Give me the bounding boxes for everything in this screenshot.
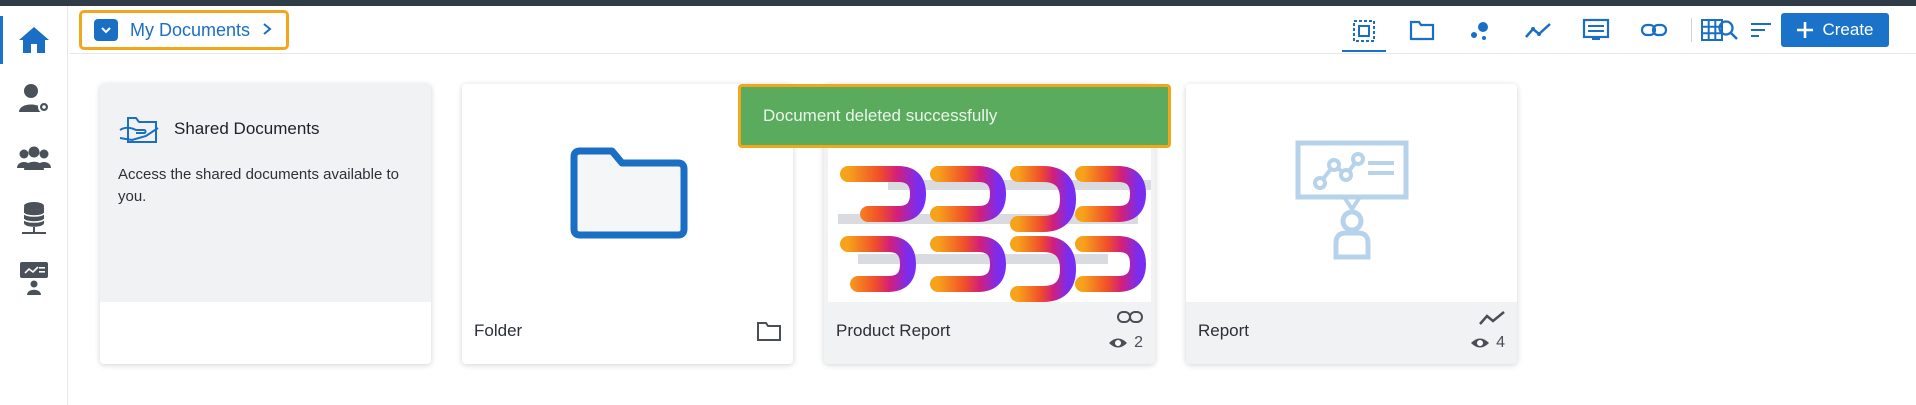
- product-report-title: Product Report: [836, 321, 951, 340]
- bubble-chart-icon: [1471, 22, 1488, 40]
- chevron-down-icon[interactable]: [94, 19, 118, 41]
- card-footer: Product Report 2: [824, 302, 1155, 364]
- eye-icon: [1109, 338, 1128, 348]
- sidebar-item-user-settings[interactable]: [8, 75, 60, 123]
- card-footer: Folder: [462, 302, 793, 364]
- shared-documents-title: Shared Documents: [174, 119, 320, 138]
- shared-header: Shared Documents: [118, 112, 320, 146]
- sort-button[interactable]: [1743, 13, 1779, 47]
- tab-bubble[interactable]: [1458, 13, 1502, 47]
- create-button[interactable]: Create: [1781, 13, 1889, 47]
- presenter-illustration-icon: [1295, 140, 1409, 260]
- sidebar-item-presenter[interactable]: [8, 254, 60, 302]
- shared-documents-card[interactable]: Shared Documents Access the shared docum…: [100, 84, 431, 364]
- views-count: 4: [1470, 334, 1505, 352]
- breadcrumb-label[interactable]: My Documents: [130, 20, 250, 41]
- plus-icon: [1797, 22, 1814, 38]
- search-icon: [1718, 20, 1738, 40]
- group-icon: [17, 146, 51, 170]
- toast-message: Document deleted successfully: [763, 106, 998, 125]
- success-toast[interactable]: Document deleted successfully: [738, 84, 1171, 148]
- top-bar: My Documents Create: [69, 6, 1916, 54]
- select-all-icon: [1353, 20, 1375, 42]
- chevron-right-icon: [262, 20, 272, 41]
- link-type-icon: [1117, 310, 1143, 324]
- folder-icon: [1409, 20, 1435, 41]
- toolbar-divider: [1691, 18, 1692, 42]
- tab-presentation[interactable]: [1574, 13, 1618, 47]
- trend-line-icon: [1525, 23, 1551, 38]
- shared-documents-description: Access the shared documents available to…: [118, 166, 399, 205]
- presentation-icon: [1582, 18, 1610, 40]
- sidebar-item-home[interactable]: [0, 16, 60, 64]
- trend-type-icon: [1479, 310, 1505, 326]
- folder-title: Folder: [474, 321, 523, 340]
- eye-icon: [1471, 338, 1490, 348]
- home-icon: [19, 27, 49, 53]
- database-icon: [22, 202, 46, 234]
- card-footer: Report 4: [1186, 302, 1517, 364]
- product-report-thumbnail: [828, 124, 1151, 324]
- folder-type-icon: [757, 321, 781, 341]
- product-report-views: 2: [1134, 334, 1143, 351]
- breadcrumb[interactable]: My Documents: [79, 10, 289, 50]
- tab-links[interactable]: [1632, 13, 1676, 47]
- create-label: Create: [1822, 20, 1874, 39]
- user-settings-icon: [19, 84, 50, 113]
- sort-icon: [1751, 23, 1771, 37]
- link-icon: [1640, 23, 1668, 37]
- card-footer: [100, 302, 431, 364]
- search-button[interactable]: [1710, 13, 1746, 47]
- views-count: 2: [1108, 334, 1143, 352]
- tab-select-all[interactable]: [1342, 12, 1386, 52]
- large-folder-icon: [570, 147, 688, 239]
- report-title: Report: [1198, 321, 1250, 340]
- report-card[interactable]: Report 4: [1186, 84, 1517, 364]
- presenter-icon: [20, 262, 48, 295]
- shared-folder-icon: [119, 117, 159, 143]
- sidebar-item-groups[interactable]: [8, 135, 60, 183]
- tab-folders[interactable]: [1400, 13, 1444, 47]
- report-views: 4: [1496, 334, 1505, 351]
- sidebar-item-database[interactable]: [8, 194, 60, 242]
- tab-trend[interactable]: [1516, 13, 1560, 47]
- sidebar: [0, 6, 68, 405]
